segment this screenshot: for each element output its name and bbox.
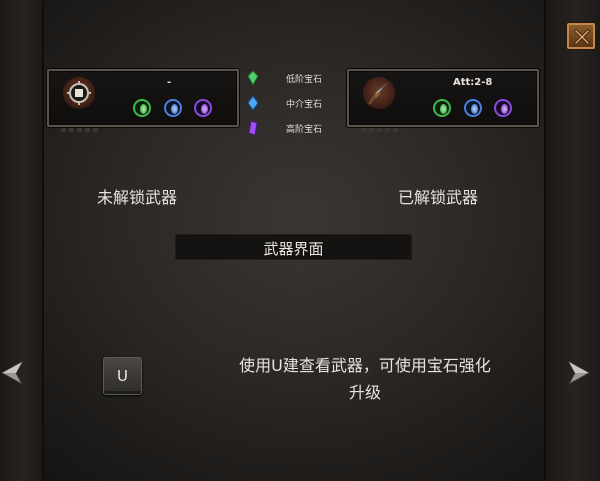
weapon-attack-stat: Att:2-8	[453, 77, 493, 88]
upgrade-level-dots	[361, 117, 401, 136]
previous-page-arrow-icon[interactable]	[0, 358, 24, 388]
high-tier-gem-slot[interactable]	[194, 99, 212, 117]
low-tier-gem-slot[interactable]	[433, 99, 451, 117]
banner-label: 武器界面	[263, 240, 324, 258]
purple-gem-icon	[248, 121, 258, 135]
dagger-icon	[363, 77, 395, 109]
instruction-text: 使用U建查看武器，可使用宝石强化 升级	[210, 352, 520, 406]
next-page-arrow-icon[interactable]	[567, 358, 591, 388]
close-button[interactable]	[567, 23, 595, 49]
locked-weapon-card[interactable]: -	[47, 69, 239, 132]
weapon-tutorial-screen: - Att:2-8 低阶宝石 中介宝石 高阶宝石 未解锁武器 已解锁武器 武器界…	[0, 0, 600, 481]
mid-tier-gem-slot[interactable]	[164, 99, 182, 117]
legend-mid-tier-label: 中介宝石	[286, 100, 323, 110]
gear-weapon-icon	[63, 77, 95, 109]
instruction-line-1: 使用U建查看武器，可使用宝石强化	[239, 356, 491, 375]
mid-tier-gem-slot[interactable]	[464, 99, 482, 117]
upgrade-level-dots	[61, 117, 101, 136]
hotkey-label: U	[117, 367, 128, 385]
locked-weapon-title: -	[167, 77, 172, 88]
weapon-interface-banner: 武器界面	[175, 234, 412, 260]
right-side-panel	[544, 0, 600, 481]
legend-high-tier-label: 高阶宝石	[286, 125, 323, 135]
unlocked-weapon-caption: 已解锁武器	[398, 188, 479, 207]
close-icon	[574, 29, 590, 45]
legend-low-tier-label: 低阶宝石	[286, 75, 323, 85]
locked-weapon-caption: 未解锁武器	[97, 188, 178, 207]
blue-gem-icon	[248, 96, 258, 110]
unlocked-weapon-card[interactable]: Att:2-8	[347, 69, 539, 132]
green-gem-icon	[248, 71, 258, 85]
hotkey-u-keycap: U	[103, 357, 142, 395]
instruction-line-2: 升级	[348, 383, 381, 402]
low-tier-gem-slot[interactable]	[133, 99, 151, 117]
high-tier-gem-slot[interactable]	[494, 99, 512, 117]
left-side-panel	[0, 0, 44, 481]
